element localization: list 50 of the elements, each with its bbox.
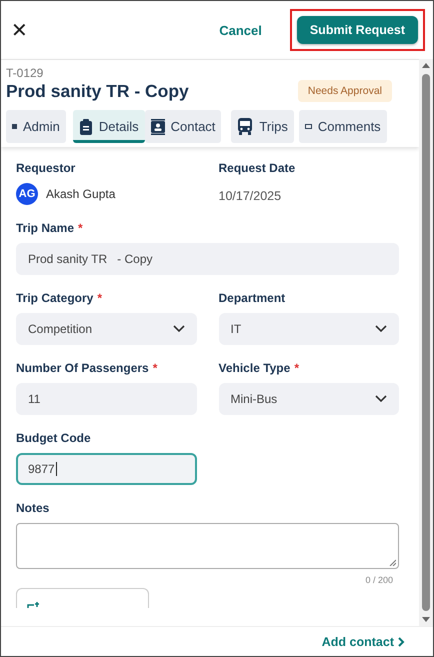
required-mark: * bbox=[294, 361, 299, 375]
tab[interactable]: Details bbox=[72, 110, 145, 143]
field-label: Budget Code bbox=[16, 431, 91, 445]
avatar: AG bbox=[16, 183, 38, 205]
tab[interactable]: Admin bbox=[6, 110, 66, 143]
character-counter: 0 / 200 bbox=[364, 575, 393, 585]
tab[interactable]: Comments bbox=[298, 110, 387, 143]
select-field[interactable]: Mini-Bus bbox=[218, 383, 399, 415]
request-id: T-0129 bbox=[6, 66, 44, 80]
required-mark: * bbox=[78, 221, 83, 235]
input-field[interactable]: 11 bbox=[16, 383, 196, 415]
select-field[interactable]: IT bbox=[218, 313, 399, 345]
contact-card-icon bbox=[150, 118, 165, 134]
required-mark: * bbox=[97, 291, 102, 305]
resize-handle-icon bbox=[389, 559, 396, 566]
scroll-up-icon[interactable] bbox=[422, 63, 430, 68]
chevron-down-icon bbox=[375, 395, 387, 403]
input-field[interactable]: Prod sanity TR - Copy bbox=[16, 243, 399, 275]
clipboard-icon bbox=[78, 118, 93, 134]
field-label: Requestor bbox=[16, 161, 76, 175]
request-date: 10/17/2025 bbox=[218, 189, 282, 203]
field-label: Request Date bbox=[218, 161, 296, 175]
chevron-right-icon bbox=[398, 636, 405, 646]
chevron-down-icon bbox=[375, 325, 387, 333]
field-label: Trip Category bbox=[16, 291, 94, 305]
tab[interactable]: Trips bbox=[231, 110, 294, 143]
chevron-down-icon bbox=[172, 325, 184, 333]
attach-icon bbox=[27, 602, 41, 608]
field-label: Number Of Passengers bbox=[16, 361, 149, 375]
submit-request-button[interactable]: Submit Request bbox=[296, 16, 418, 44]
required-mark: * bbox=[152, 361, 158, 375]
close-button[interactable]: ✕ bbox=[7, 18, 32, 42]
input-field[interactable]: 9877 bbox=[16, 453, 196, 485]
attachment-button[interactable] bbox=[16, 588, 149, 608]
requestor-name: Akash Gupta bbox=[46, 187, 116, 201]
notes-field[interactable] bbox=[16, 523, 399, 569]
field-label: Notes bbox=[16, 501, 50, 515]
add-contact-link[interactable]: Add contact bbox=[316, 634, 411, 650]
scroll-down-icon[interactable] bbox=[422, 617, 430, 622]
tab[interactable]: Contact bbox=[144, 110, 222, 143]
scrollbar[interactable] bbox=[419, 59, 433, 626]
field-label: Department bbox=[218, 291, 286, 305]
comment-icon bbox=[304, 124, 312, 130]
select-field[interactable]: Competition bbox=[16, 313, 196, 345]
cancel-button[interactable]: Cancel bbox=[213, 22, 268, 38]
status-badge: Needs Approval bbox=[298, 80, 392, 102]
field-label: Vehicle Type bbox=[218, 361, 290, 375]
request-title: Prod sanity TR - Copy bbox=[6, 80, 189, 102]
field-label: Trip Name bbox=[16, 221, 74, 235]
bus-icon bbox=[237, 118, 254, 135]
